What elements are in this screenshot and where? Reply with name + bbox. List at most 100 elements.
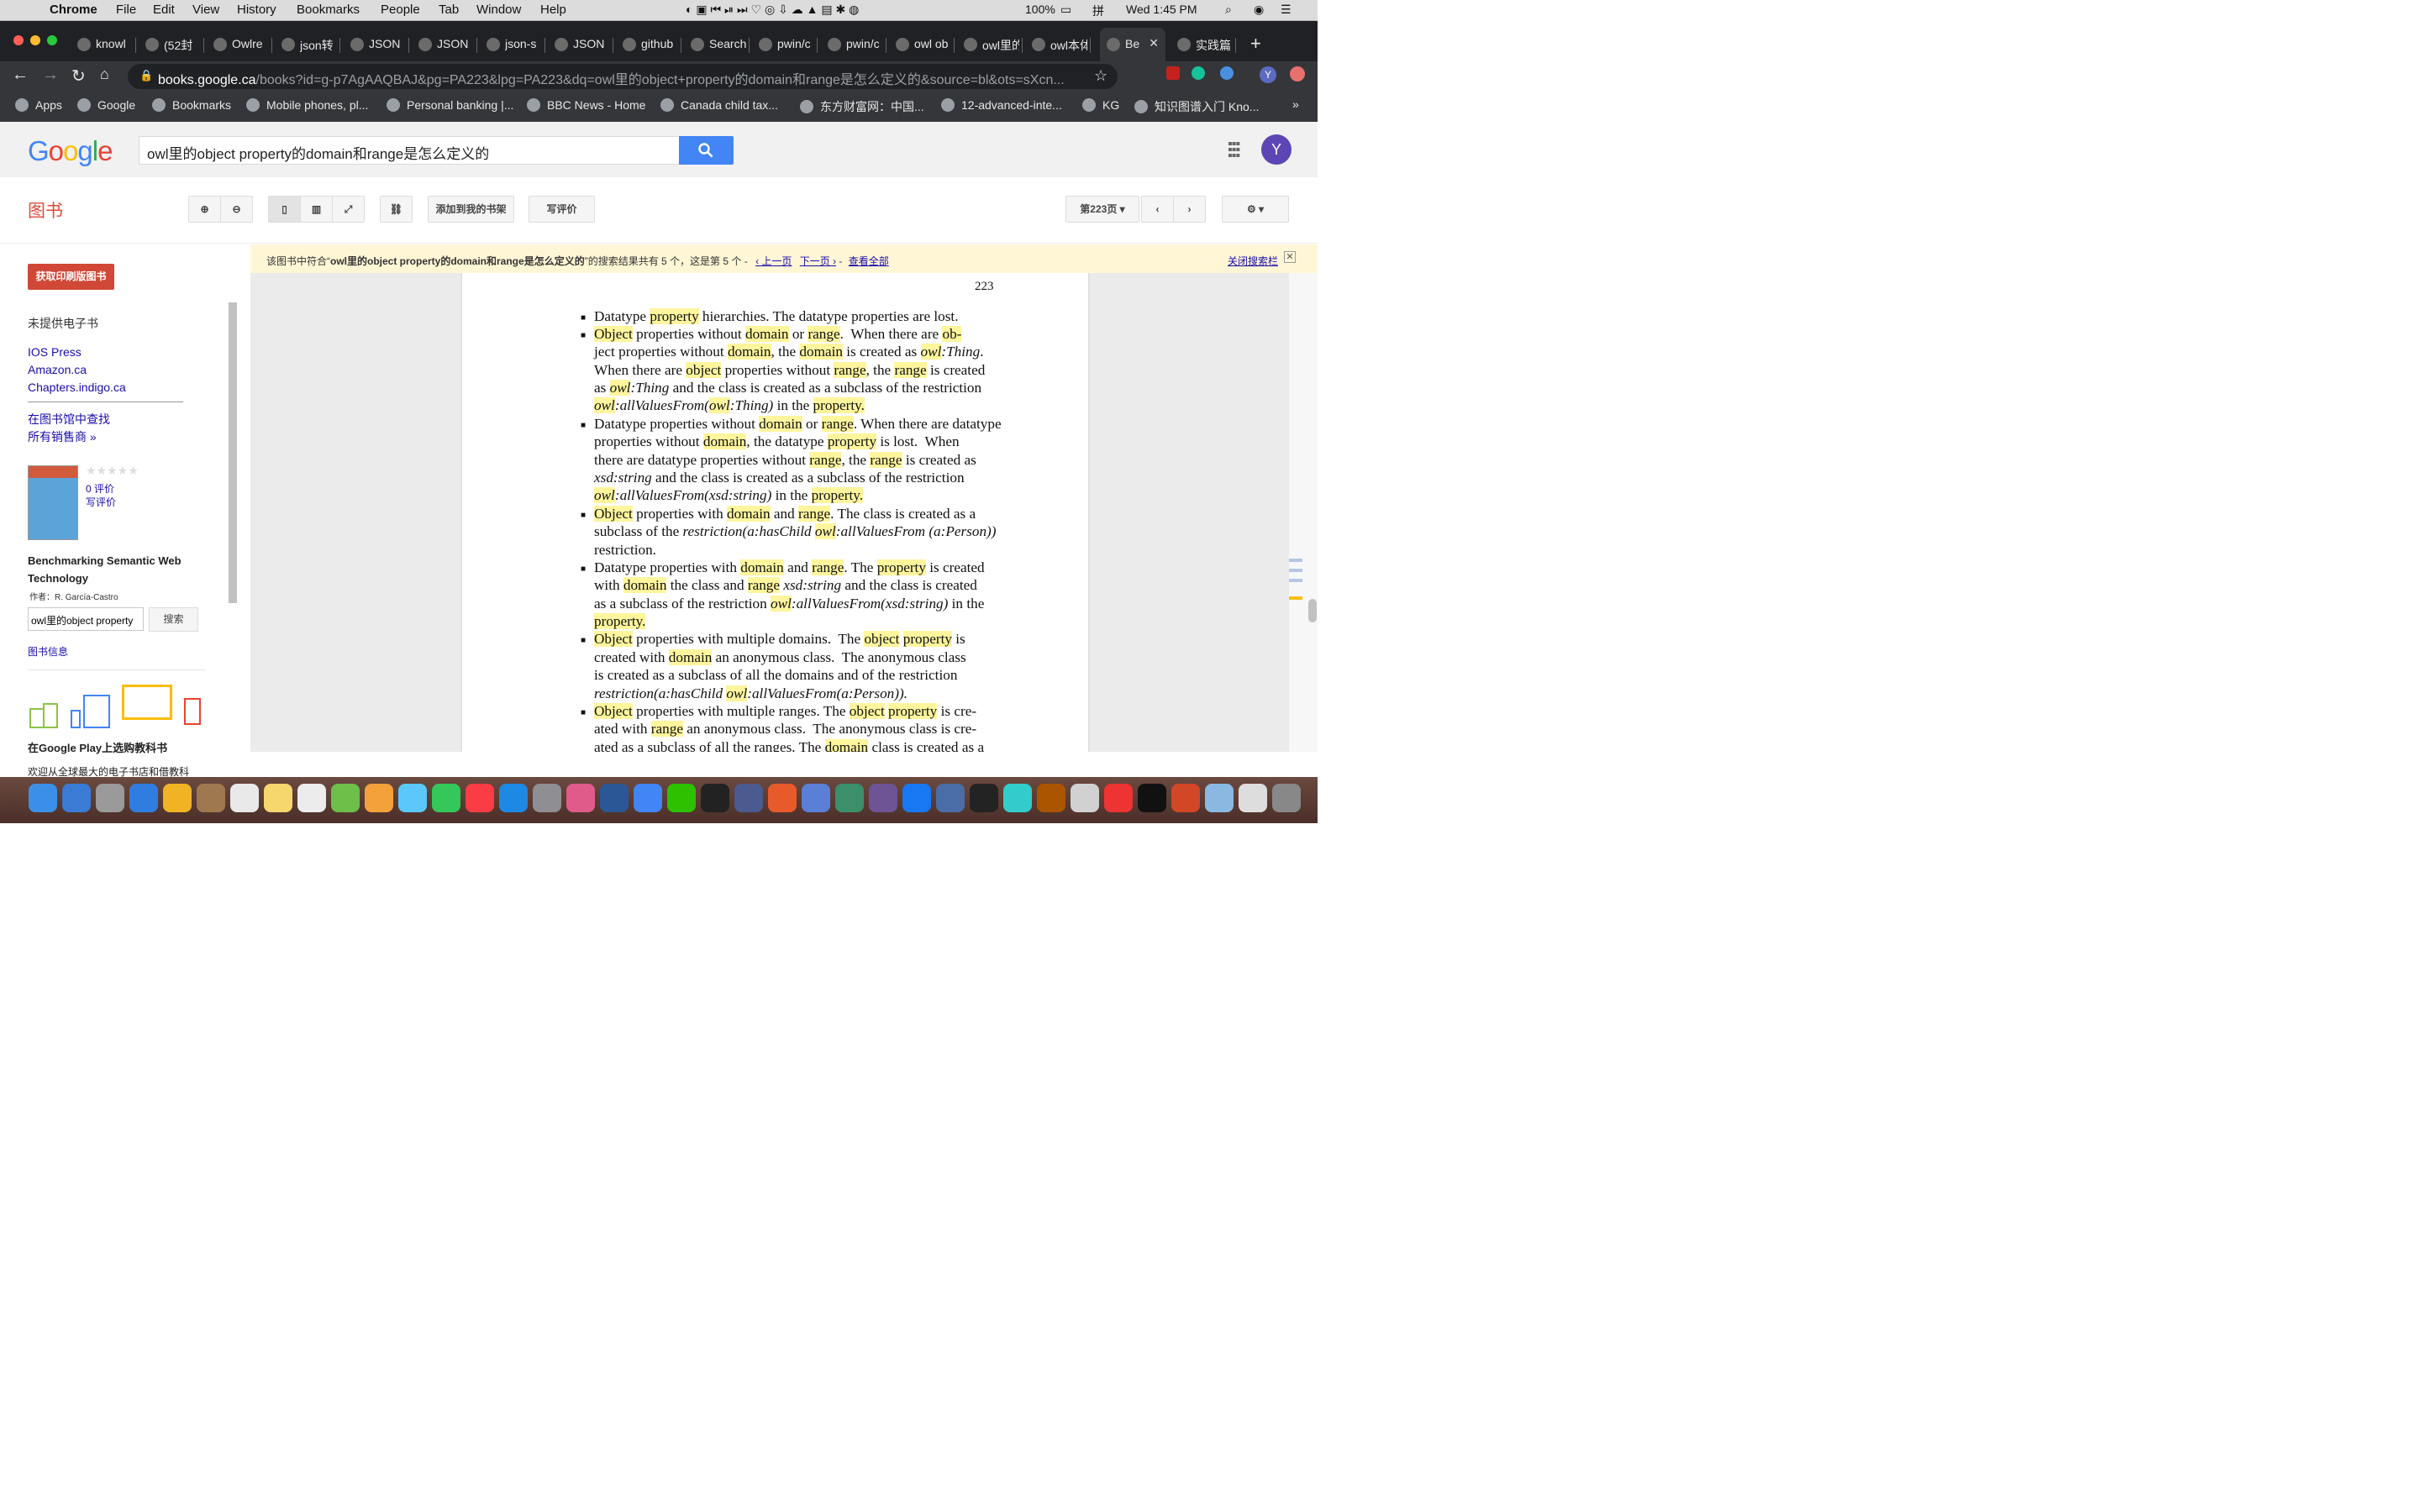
browser-tab[interactable]: json-s <box>480 28 545 61</box>
browser-tab[interactable]: pwin/c <box>752 28 818 61</box>
bookmark-item[interactable]: 东方财富网：中国... <box>800 98 924 115</box>
extension-icon[interactable] <box>1220 66 1234 80</box>
browser-tab[interactable]: (52封 <box>139 28 204 61</box>
browser-tab[interactable]: Search <box>684 28 750 61</box>
browser-tab[interactable]: JSON <box>548 28 613 61</box>
dock-app-icon[interactable] <box>1171 784 1200 812</box>
dock-app-icon[interactable] <box>1272 784 1301 812</box>
new-tab-button[interactable]: + <box>1250 33 1261 55</box>
input-method-icon[interactable]: 拼 <box>1092 3 1104 19</box>
browser-tab[interactable]: pwin/c <box>821 28 886 61</box>
rating-stars[interactable]: ★★★★★ <box>86 464 139 478</box>
dock-app-icon[interactable] <box>499 784 528 812</box>
menu-help[interactable]: Help <box>540 3 566 17</box>
store-link-chapters[interactable]: Chapters.indigo.ca <box>28 381 126 394</box>
zoom-out-button[interactable]: ⊖ <box>220 196 253 223</box>
browser-tab[interactable]: knowl <box>71 28 136 61</box>
dock-app-icon[interactable] <box>667 784 696 812</box>
dock-app-icon[interactable] <box>398 784 427 812</box>
dock-app-icon[interactable] <box>331 784 360 812</box>
dock-app-icon[interactable] <box>902 784 931 812</box>
browser-tab[interactable]: JSON <box>412 28 477 61</box>
status-icons[interactable]: ◐ ▣ ⏮ ⏯ ⏭ ♡ ◎ ⇩ ☁ ▲ ▤ ✱ ◍ <box>686 3 859 17</box>
books-title[interactable]: 图书 <box>28 197 63 223</box>
dock-app-icon[interactable] <box>936 784 965 812</box>
clock[interactable]: Wed 1:45 PM <box>1126 3 1197 16</box>
update-chrome-icon[interactable] <box>1290 66 1305 81</box>
next-result-link[interactable]: 下一页 › <box>800 255 836 267</box>
dock-app-icon[interactable] <box>1104 784 1133 812</box>
store-link-ios-press[interactable]: IOS Press <box>28 345 82 359</box>
bookmark-item[interactable]: 12-advanced-inte... <box>941 98 1062 112</box>
page-select-dropdown[interactable]: 第223页 ▾ <box>1065 196 1139 223</box>
two-page-view-button[interactable]: ▥ <box>300 196 333 223</box>
menu-tab[interactable]: Tab <box>439 3 459 17</box>
browser-tab[interactable]: 实践篇 <box>1171 28 1236 61</box>
play-promo-title[interactable]: 在Google Play上选购教科书 <box>28 739 167 755</box>
menu-edit[interactable]: Edit <box>153 3 175 17</box>
zoom-in-button[interactable]: ⊕ <box>188 196 221 223</box>
profile-avatar[interactable]: Y <box>1260 66 1276 83</box>
notification-center-icon[interactable]: ☰ <box>1281 3 1292 17</box>
dock-app-icon[interactable] <box>1071 784 1099 812</box>
menu-people[interactable]: People <box>381 3 420 17</box>
fullscreen-button[interactable]: ⤢ <box>332 196 365 223</box>
address-bar[interactable]: 🔒 books.google.ca/books?id=g-p7AgAAQBAJ&… <box>128 64 1118 89</box>
dock-app-icon[interactable] <box>432 784 460 812</box>
menu-view[interactable]: View <box>192 3 219 17</box>
reload-button[interactable]: ↻ <box>71 66 86 87</box>
store-link-amazon[interactable]: Amazon.ca <box>28 363 87 376</box>
dock-app-icon[interactable] <box>62 784 91 812</box>
dock-app-icon[interactable] <box>835 784 864 812</box>
dock-app-icon[interactable] <box>869 784 897 812</box>
dock-app-icon[interactable] <box>566 784 595 812</box>
search-button[interactable] <box>679 136 734 165</box>
dock-app-icon[interactable] <box>1003 784 1032 812</box>
page-scrollbar[interactable] <box>1289 273 1318 752</box>
settings-dropdown[interactable]: ⚙ ▾ <box>1222 196 1289 223</box>
dock-app-icon[interactable] <box>768 784 797 812</box>
menu-bookmarks[interactable]: Bookmarks <box>297 3 360 17</box>
browser-tab[interactable]: JSON <box>344 28 409 61</box>
dock-app-icon[interactable] <box>230 784 259 812</box>
reviews-count-link[interactable]: 0 评价 <box>86 481 114 496</box>
dock-app-icon[interactable] <box>970 784 998 812</box>
menu-history[interactable]: History <box>237 3 276 17</box>
dock-app-icon[interactable] <box>1138 784 1166 812</box>
dock-app-icon[interactable] <box>264 784 292 812</box>
bookmark-item[interactable]: KG <box>1082 98 1119 112</box>
browser-tab[interactable]: json转 <box>275 28 340 61</box>
bookmark-star-icon[interactable]: ☆ <box>1094 67 1107 85</box>
dock-app-icon[interactable] <box>129 784 158 812</box>
grammarly-extension-icon[interactable] <box>1192 66 1205 80</box>
dock-app-icon[interactable] <box>634 784 662 812</box>
bookmark-item[interactable]: Google <box>77 98 135 112</box>
in-book-search-input[interactable]: owl里的object property <box>28 607 144 631</box>
find-in-library-link[interactable]: 在图书馆中查找 <box>28 411 110 428</box>
dock-app-icon[interactable] <box>365 784 393 812</box>
write-review-link[interactable]: 写评价 <box>86 495 116 509</box>
dock-app-icon[interactable] <box>163 784 192 812</box>
dock-app-icon[interactable] <box>29 784 57 812</box>
dock-app-icon[interactable] <box>701 784 729 812</box>
bookmark-item[interactable]: Mobile phones, pl... <box>246 98 368 112</box>
back-button[interactable]: ← <box>12 66 29 85</box>
siri-icon[interactable]: ◉ <box>1254 3 1264 17</box>
all-sellers-link[interactable]: 所有销售商 » <box>28 428 97 445</box>
write-review-button[interactable]: 写评价 <box>529 196 595 223</box>
zoom-window-icon[interactable] <box>47 35 57 45</box>
battery-icon[interactable]: ▭ <box>1060 3 1071 17</box>
book-info-link[interactable]: 图书信息 <box>28 644 68 659</box>
link-button[interactable]: ⛓ <box>380 196 413 223</box>
browser-tab[interactable]: Be ✕ <box>1100 28 1165 61</box>
book-page-viewer[interactable]: 223 ■ Datatype property hierarchies. The… <box>250 273 1289 752</box>
close-tab-icon[interactable]: ✕ <box>1149 36 1159 50</box>
prev-result-link[interactable]: ‹ 上一页 <box>755 255 792 267</box>
app-menu-chrome[interactable]: Chrome <box>50 3 97 17</box>
dock-app-icon[interactable] <box>734 784 763 812</box>
bookmark-item[interactable]: Canada child tax... <box>660 98 778 112</box>
single-page-view-button[interactable]: ▯ <box>268 196 301 223</box>
close-window-icon[interactable] <box>13 35 24 45</box>
dock-app-icon[interactable] <box>1239 784 1267 812</box>
apps-grid-icon[interactable]: ▪▪▪ ▪▪▪ ▪▪▪ <box>1228 138 1240 163</box>
